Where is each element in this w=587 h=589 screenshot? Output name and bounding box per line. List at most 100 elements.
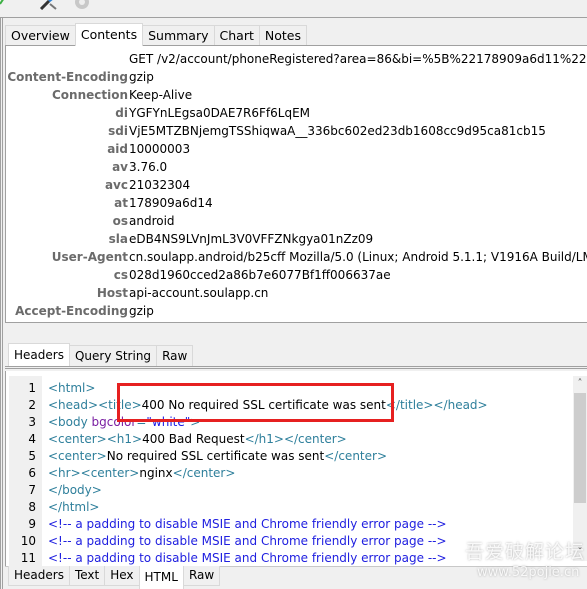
- header-row[interactable]: av 3.76.0: [6, 158, 586, 176]
- request-tab-raw[interactable]: Raw: [156, 345, 194, 366]
- header-key: avc: [104, 178, 128, 192]
- scroll-down-icon[interactable]: ˅: [573, 545, 587, 561]
- code-token-tag: </body>: [48, 483, 102, 497]
- header-row[interactable]: Connection Keep-Alive: [6, 86, 586, 104]
- header-key: sla: [108, 232, 128, 246]
- code-token-cmt: <!-- a padding to disable MSIE and Chrom…: [48, 534, 447, 548]
- response-html-view[interactable]: 1 <html> 2 <head><title>400 No required SSL…: [5, 371, 587, 566]
- line-number: 7: [28, 483, 36, 497]
- code-token-tag: </h1></center>: [244, 432, 347, 446]
- response-tab-text[interactable]: Text: [68, 566, 106, 586]
- code-text: <html>: [48, 380, 95, 397]
- code-token-tag: <head><title>: [48, 398, 142, 412]
- code-token-tag: </center>: [324, 449, 387, 463]
- request-tab-query-string[interactable]: Query String: [68, 345, 158, 366]
- request-tab-headers[interactable]: Headers: [8, 343, 70, 366]
- header-value: Keep-Alive: [129, 88, 193, 102]
- header-value: cn.soulapp.android/b25cff Mozilla/5.0 (L…: [129, 250, 587, 264]
- code-text: <head><title>400 No required SSL certifi…: [48, 397, 488, 414]
- header-row[interactable]: di YGFYnLEgsa0DAE7R6Ff6LqEM: [6, 104, 586, 122]
- code-token-txt: nginx: [139, 466, 173, 480]
- response-tab-headers[interactable]: Headers: [8, 566, 70, 586]
- header-value: 21032304: [129, 178, 191, 192]
- header-row[interactable]: User-Agent cn.soulapp.android/b25cff Mozi…: [6, 248, 587, 266]
- code-text: <!-- a padding to disable MSIE and Chrom…: [48, 516, 447, 533]
- header-key: at: [114, 196, 128, 210]
- check-icon[interactable]: [0, 0, 8, 6]
- code-text: <body bgcolor="white">: [48, 414, 200, 431]
- frame-border: [0, 18, 3, 589]
- response-tab-hex[interactable]: Hex: [104, 566, 140, 586]
- header-row[interactable]: avc 21032304: [6, 176, 586, 194]
- header-key: av: [112, 160, 128, 174]
- header-key: Host: [96, 286, 128, 300]
- code-token-attr: bgcolor: [91, 415, 137, 429]
- tab-contents[interactable]: Contents: [74, 23, 144, 46]
- header-value: 028d1960cced2a86b7e6077Bf1ff006637ae: [129, 268, 391, 282]
- header-value: 178909a6d14: [129, 196, 213, 210]
- tab-chart[interactable]: Chart: [213, 25, 260, 46]
- scrollbar-thumb[interactable]: [574, 393, 586, 503]
- code-text: <center>No required SSL certificate was …: [48, 448, 387, 465]
- tab-overview[interactable]: Overview: [5, 25, 76, 46]
- code-text: </html>: [48, 499, 100, 516]
- header-row[interactable]: at 178909a6d14: [6, 194, 586, 212]
- code-token-tag: </html>: [48, 500, 100, 514]
- code-token-tag: </center>: [172, 466, 236, 480]
- request-line-text: GET /v2/account/phoneRegistered?area=86&…: [129, 52, 587, 66]
- line-number: 2: [28, 398, 36, 412]
- tab-notes[interactable]: Notes: [258, 25, 307, 46]
- response-tab-html[interactable]: HTML: [138, 566, 184, 589]
- header-value: VjE5MTZBNjemgTSShiqwaA__336bc602ed23db16…: [129, 124, 546, 138]
- code-token-tag: </title></head>: [385, 398, 488, 412]
- code-token-tag: <hr><center>: [48, 466, 140, 480]
- header-row[interactable]: Content-Encoding gzip: [6, 68, 586, 86]
- inspector-tabs: Overview Contents Summary Chart Notes: [5, 23, 307, 46]
- header-row[interactable]: aid 10000003: [6, 140, 586, 158]
- gear-icon[interactable]: [72, 0, 92, 10]
- header-key: di: [115, 106, 128, 120]
- header-row[interactable]: os android: [6, 212, 586, 230]
- tools-icon[interactable]: [38, 0, 60, 10]
- code-token-txt: No required SSL certificate was sent: [106, 449, 325, 463]
- header-value: YGFYnLEgsa0DAE7R6Ff6LqEM: [129, 106, 311, 120]
- code-token-txt: 400 No required SSL certificate was sent: [141, 398, 386, 412]
- tab-summary[interactable]: Summary: [142, 25, 215, 46]
- code-token-tag: <body: [48, 415, 92, 429]
- code-token-tag: <html>: [48, 381, 96, 395]
- line-number: 3: [28, 415, 36, 429]
- header-key: aid: [107, 142, 128, 156]
- request-headers-panel: GET /v2/account/phoneRegistered?area=86&…: [5, 45, 587, 323]
- line-number: 4: [28, 432, 36, 446]
- response-tabs: Headers Text Hex HTML Raw: [8, 566, 221, 589]
- header-row[interactable]: Accept-Encoding gzip: [6, 302, 586, 320]
- code-token-txt: 400 Bad Request: [142, 432, 245, 446]
- header-row[interactable]: Host api-account.soulapp.cn: [6, 284, 586, 302]
- response-tab-raw[interactable]: Raw: [182, 566, 221, 586]
- vertical-scrollbar[interactable]: ˄ ˅: [573, 376, 587, 561]
- line-number: 11: [20, 551, 36, 565]
- header-value: gzip: [129, 70, 154, 84]
- header-row[interactable]: cs 028d1960cced2a86b7e6077Bf1ff006637ae: [6, 266, 586, 284]
- line-number: 5: [28, 449, 36, 463]
- code-text: <!-- a padding to disable MSIE and Chrom…: [48, 533, 447, 550]
- header-key: Connection: [51, 88, 128, 102]
- header-value: eDB4NS9LVnJmL3V0VFFZNkgya01nZz09: [129, 232, 374, 246]
- code-text: <center><h1>400 Bad Request</h1></center…: [48, 431, 347, 448]
- scroll-up-icon[interactable]: ˄: [573, 376, 587, 392]
- line-number: 9: [28, 517, 36, 531]
- header-value: 10000003: [129, 142, 191, 156]
- header-value: api-account.soulapp.cn: [129, 286, 269, 300]
- request-tabs: Headers Query String Raw: [8, 343, 194, 366]
- header-row[interactable]: sdi VjE5MTZBNjemgTSShiqwaA__336bc602ed23d…: [6, 122, 586, 140]
- splitter[interactable]: [5, 366, 587, 369]
- header-row[interactable]: sla eDB4NS9LVnJmL3V0VFFZNkgya01nZz09: [6, 230, 586, 248]
- request-line: GET /v2/account/phoneRegistered?area=86&…: [6, 50, 587, 68]
- line-number: 6: [28, 466, 36, 480]
- header-value: android: [129, 214, 175, 228]
- code-token-cmt: <!-- a padding to disable MSIE and Chrom…: [48, 551, 447, 565]
- fiddler-inspector: Overview Contents Summary Chart Notes GET /v…: [0, 0, 587, 589]
- code-token-tag: >: [190, 415, 201, 429]
- header-key: cs: [113, 268, 128, 282]
- code-token-val: "white": [146, 415, 191, 429]
